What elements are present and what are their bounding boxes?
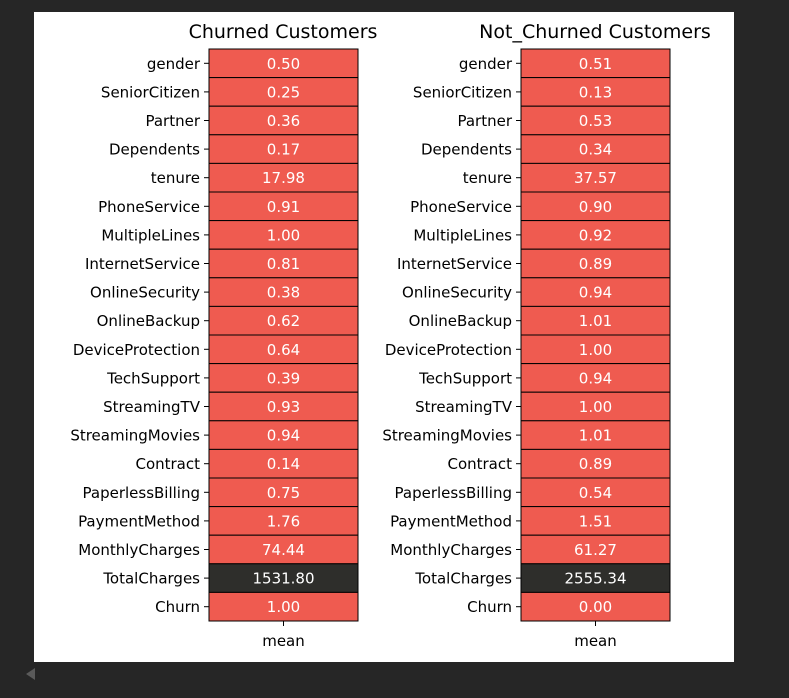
y-tick-label: MonthlyCharges	[78, 541, 200, 559]
heatmap-figure: Churned Customers 0.50 gender 0.25 SeniorCit…	[70, 21, 711, 650]
y-tick-label: tenure	[463, 169, 512, 187]
y-tick-label: OnlineBackup	[409, 312, 512, 330]
cell-value-label: 1.01	[579, 427, 612, 445]
y-tick-label: SeniorCitizen	[101, 83, 200, 101]
cell-value-label: 0.34	[579, 141, 612, 159]
y-tick-label: PhoneService	[98, 198, 200, 216]
cell-value-label: 17.98	[262, 169, 305, 187]
cell-value-label: 0.25	[267, 83, 300, 101]
cell-value-label: 0.94	[579, 369, 612, 387]
cell-value-label: 0.39	[267, 369, 300, 387]
y-tick-label: OnlineBackup	[97, 312, 200, 330]
cell-value-label: 0.64	[267, 341, 300, 359]
scroll-left-arrow-icon[interactable]	[26, 668, 35, 680]
y-tick-label: MultipleLines	[413, 226, 512, 244]
cell-value-label: 1.01	[579, 312, 612, 330]
x-tick-label: mean	[262, 632, 305, 650]
y-tick-label: DeviceProtection	[385, 341, 512, 359]
y-tick-label: TechSupport	[418, 369, 512, 387]
y-tick-label: tenure	[151, 169, 200, 187]
cell-value-label: 0.81	[267, 255, 300, 273]
y-tick-label: InternetService	[85, 255, 200, 273]
figure-canvas: Churned Customers 0.50 gender 0.25 SeniorCit…	[34, 12, 734, 662]
y-tick-label: TotalCharges	[414, 570, 512, 588]
cell-value-label: 0.13	[579, 83, 612, 101]
cell-value-label: 0.50	[267, 55, 300, 73]
y-tick-label: MultipleLines	[101, 226, 200, 244]
x-tick-label: mean	[574, 632, 617, 650]
cell-value-label: 1.00	[579, 341, 612, 359]
y-tick-label: Contract	[447, 455, 512, 473]
cell-value-label: 0.90	[579, 198, 612, 216]
chart-title: Churned Customers	[189, 21, 378, 43]
y-tick-label: SeniorCitizen	[413, 83, 512, 101]
y-tick-label: DeviceProtection	[73, 341, 200, 359]
y-tick-label: PaymentMethod	[78, 512, 200, 530]
cell-value-label: 0.51	[579, 55, 612, 73]
y-tick-label: PhoneService	[410, 198, 512, 216]
y-tick-label: MonthlyCharges	[390, 541, 512, 559]
cell-value-label: 1.00	[267, 598, 300, 616]
cell-value-label: 74.44	[262, 541, 305, 559]
y-tick-label: PaymentMethod	[390, 512, 512, 530]
cell-value-label: 0.14	[267, 455, 300, 473]
cell-value-label: 0.94	[267, 427, 300, 445]
cell-value-label: 0.89	[579, 255, 612, 273]
chart-title: Not_Churned Customers	[479, 21, 711, 43]
y-tick-label: TotalCharges	[102, 570, 200, 588]
y-tick-label: StreamingMovies	[382, 427, 512, 445]
y-tick-label: StreamingMovies	[70, 427, 200, 445]
y-tick-label: Partner	[145, 112, 200, 130]
y-tick-label: OnlineSecurity	[90, 284, 200, 302]
cell-value-label: 0.92	[579, 226, 612, 244]
y-tick-label: StreamingTV	[415, 398, 513, 416]
y-tick-label: gender	[459, 55, 513, 73]
y-tick-label: StreamingTV	[103, 398, 201, 416]
cell-value-label: 61.27	[574, 541, 617, 559]
cell-value-label: 0.75	[267, 484, 300, 502]
y-tick-label: PaperlessBilling	[83, 484, 201, 502]
cell-value-label: 0.54	[579, 484, 612, 502]
cell-value-label: 1531.80	[252, 570, 314, 588]
cell-value-label: 1.51	[579, 512, 612, 530]
cell-value-label: 0.91	[267, 198, 300, 216]
cell-value-label: 2555.34	[564, 570, 626, 588]
y-tick-label: OnlineSecurity	[402, 284, 512, 302]
cell-value-label: 0.36	[267, 112, 300, 130]
y-tick-label: PaperlessBilling	[395, 484, 513, 502]
y-tick-label: InternetService	[397, 255, 512, 273]
y-tick-label: Churn	[467, 598, 512, 616]
y-tick-label: Contract	[135, 455, 200, 473]
y-tick-label: gender	[147, 55, 201, 73]
cell-value-label: 37.57	[574, 169, 617, 187]
y-tick-label: Churn	[155, 598, 200, 616]
cell-value-label: 1.00	[579, 398, 612, 416]
y-tick-label: Dependents	[421, 141, 512, 159]
y-tick-label: Partner	[457, 112, 512, 130]
cell-value-label: 0.17	[267, 141, 300, 159]
cell-value-label: 1.00	[267, 226, 300, 244]
cell-value-label: 0.38	[267, 284, 300, 302]
cell-value-label: 0.94	[579, 284, 612, 302]
cell-value-label: 0.62	[267, 312, 300, 330]
cell-value-label: 1.76	[267, 512, 300, 530]
cell-value-label: 0.00	[579, 598, 612, 616]
cell-value-label: 0.89	[579, 455, 612, 473]
cell-value-label: 0.53	[579, 112, 612, 130]
y-tick-label: Dependents	[109, 141, 200, 159]
horizontal-scrollbar[interactable]	[44, 670, 734, 678]
cell-value-label: 0.93	[267, 398, 300, 416]
y-tick-label: TechSupport	[106, 369, 200, 387]
